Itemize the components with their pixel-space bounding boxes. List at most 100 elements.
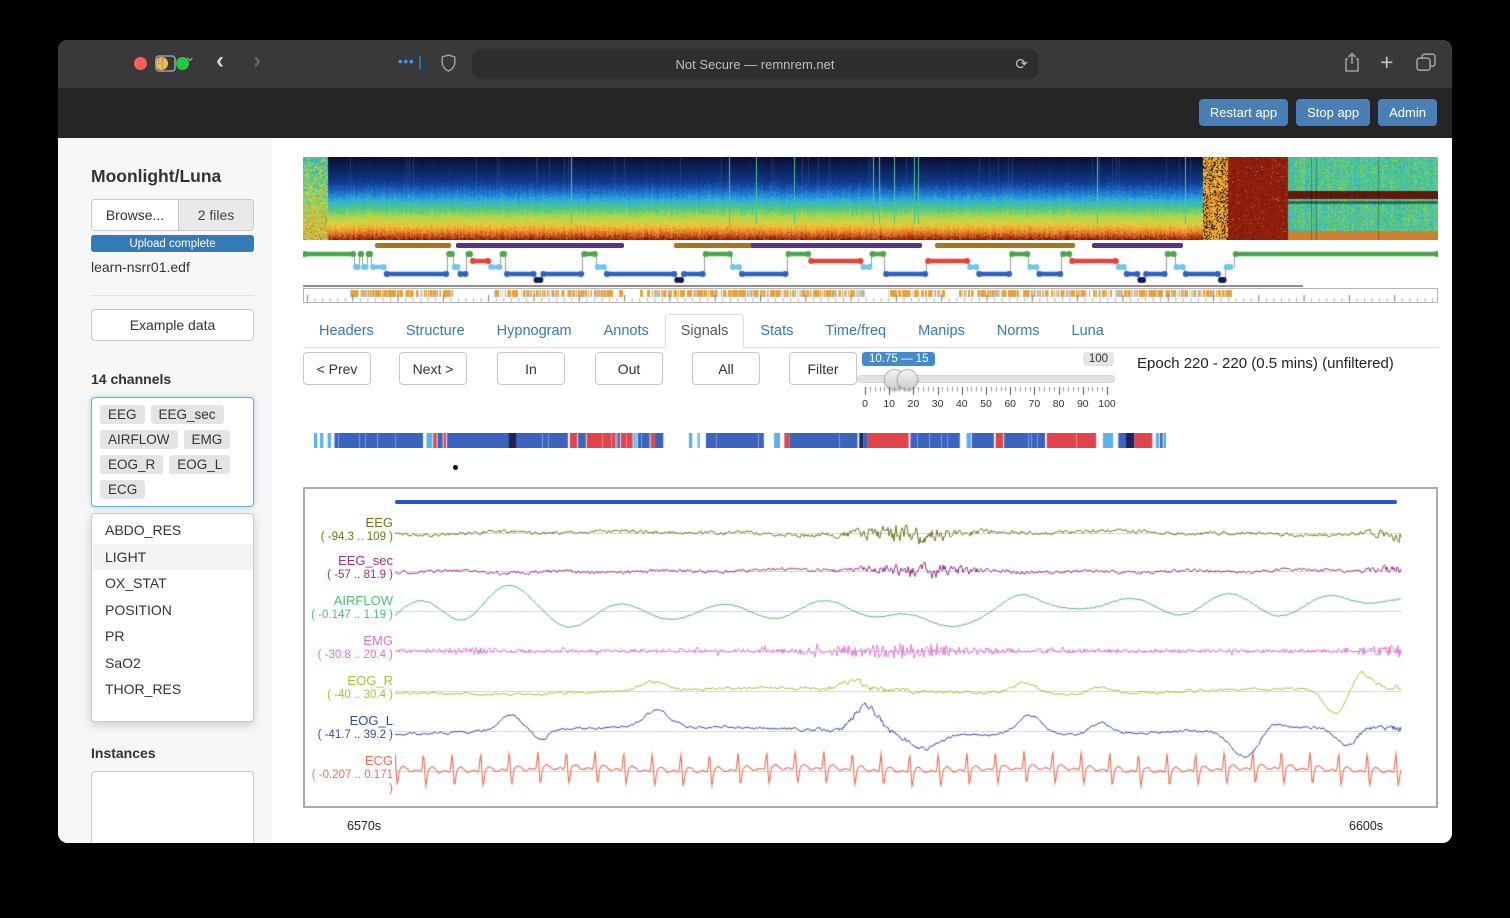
channel-option-sao2[interactable]: SaO2 <box>92 650 253 677</box>
channel-option-ox_stat[interactable]: OX_STAT <box>92 570 253 597</box>
new-tab-icon[interactable]: + <box>1380 49 1393 76</box>
instances-input[interactable] <box>91 771 254 843</box>
annotation-strip[interactable] <box>303 288 1438 303</box>
tab-structure[interactable]: Structure <box>390 314 481 348</box>
zoom-out-button[interactable]: Out <box>595 352 663 385</box>
restart-app-button[interactable]: Restart app <box>1199 99 1288 126</box>
channel-label-airflow: AIRFLOW( -0.147 .. 1.19 ) <box>307 594 393 622</box>
slider-tick-90: 90 <box>1077 398 1089 410</box>
page-title: Moonlight/Luna <box>91 166 221 187</box>
x-axis-start-label: 6570s <box>347 819 381 833</box>
stop-app-button[interactable]: Stop app <box>1296 99 1370 126</box>
channel-option-thor_res[interactable]: THOR_RES <box>92 676 253 703</box>
shield-icon[interactable] <box>441 54 456 77</box>
all-button[interactable]: All <box>692 352 760 385</box>
tab-signals[interactable]: Signals <box>665 314 745 348</box>
main-panel: HeadersStructureHypnogramAnnotsSignalsSt… <box>272 138 1452 843</box>
close-window-button[interactable] <box>134 57 147 70</box>
channel-tag-eeg_sec[interactable]: EEG_sec <box>151 405 224 424</box>
channel-tag-airflow[interactable]: AIRFLOW <box>100 430 178 449</box>
channel-label-eeg_sec: EEG_sec( -57 .. 81.9 ) <box>307 554 393 582</box>
forward-icon[interactable]: › <box>253 51 261 71</box>
slider-tick-10: 10 <box>883 398 895 410</box>
stage-band[interactable] <box>314 433 1166 448</box>
tab-luna[interactable]: Luna <box>1056 314 1120 348</box>
file-upload-control: Browse... 2 files <box>91 199 254 231</box>
channel-tag-ecg[interactable]: ECG <box>100 480 145 499</box>
channel-option-abdo_res[interactable]: ABDO_RES <box>92 517 253 544</box>
back-icon[interactable]: ‹ <box>216 51 224 71</box>
prev-button[interactable]: < Prev <box>303 352 371 385</box>
slider-tick-80: 80 <box>1053 398 1065 410</box>
spectrogram[interactable] <box>303 157 1438 240</box>
tab-headers[interactable]: Headers <box>303 314 390 348</box>
slider-tick-50: 50 <box>980 398 992 410</box>
reload-icon[interactable]: ⟳ <box>1015 55 1028 73</box>
slider-tick-0: 0 <box>862 398 868 410</box>
channel-label-eeg: EEG( -94.3 .. 109 ) <box>307 516 393 544</box>
slider-tick-40: 40 <box>956 398 968 410</box>
channel-option-position[interactable]: POSITION <box>92 597 253 624</box>
filter-button[interactable]: Filter <box>789 352 857 385</box>
slider-tick-70: 70 <box>1029 398 1041 410</box>
channel-tag-eog_l[interactable]: EOG_L <box>169 455 230 474</box>
epoch-range-slider: 10.75 — 15 100 0 10 20 30 40 50 60 70 80 90 100 <box>857 352 1117 412</box>
share-icon[interactable] <box>1343 52 1361 78</box>
browser-toolbar: ⌄ ‹ › •••❘ Not Secure — remnrem.net ⟳ + <box>58 40 1452 88</box>
tab-bar: HeadersStructureHypnogramAnnotsSignalsSt… <box>303 313 1438 348</box>
zoom-in-button[interactable]: In <box>497 352 565 385</box>
x-axis-end-label: 6600s <box>1349 819 1383 833</box>
files-count-label: 2 files <box>179 200 253 230</box>
slider-tick-30: 30 <box>932 398 944 410</box>
channel-option-pr[interactable]: PR <box>92 623 253 650</box>
channel-tag-eeg[interactable]: EEG <box>100 405 145 424</box>
annotation-dot <box>453 465 458 470</box>
channel-options-dropdown: ABDO_RESLIGHTOX_STATPOSITIONPRSaO2THOR_R… <box>91 513 254 722</box>
page-content: Moonlight/Luna Browse... 2 files Upload … <box>58 138 1452 843</box>
sidebar-divider <box>91 295 254 296</box>
tab-hypnogram[interactable]: Hypnogram <box>481 314 588 348</box>
next-button[interactable]: Next > <box>399 352 467 385</box>
channels-count-label: 14 channels <box>91 371 171 387</box>
admin-button[interactable]: Admin <box>1378 99 1437 126</box>
tab-stats[interactable]: Stats <box>744 314 809 348</box>
url-text: Not Secure — remnrem.net <box>676 57 835 72</box>
uploaded-file-name: learn-nsrr01.edf <box>91 259 190 275</box>
channel-label-emg: EMG( -30.8 .. 20.4 ) <box>307 634 393 662</box>
channel-label-eog_r: EOG_R( -40 .. 30.4 ) <box>307 674 393 702</box>
channel-label-ecg: ECG( -0.207 .. 0.171 ) <box>307 754 393 796</box>
app-header-buttons: Restart app Stop app Admin <box>1199 99 1437 126</box>
example-data-button[interactable]: Example data <box>91 309 254 341</box>
tab-time-freq[interactable]: Time/freq <box>809 314 902 348</box>
url-bar[interactable]: Not Secure — remnrem.net ⟳ <box>472 49 1038 79</box>
instances-label: Instances <box>91 745 156 761</box>
signals-plot[interactable]: EEG( -94.3 .. 109 ) EEG_sec( -57 .. 81.9 … <box>303 487 1438 808</box>
channel-tag-emg[interactable]: EMG <box>184 430 231 449</box>
tab-overview-icon[interactable] <box>1416 53 1436 77</box>
slider-tick-60: 60 <box>1004 398 1016 410</box>
chevron-down-icon[interactable]: ⌄ <box>184 48 196 65</box>
sidebar: Moonlight/Luna Browse... 2 files Upload … <box>58 138 273 843</box>
sidebar-toggle-icon[interactable] <box>155 55 176 77</box>
tab-manips[interactable]: Manips <box>902 314 981 348</box>
slider-tick-100: 100 <box>1098 398 1116 410</box>
recording-extent-line <box>303 285 1303 287</box>
extensions-icon[interactable]: •••❘ <box>398 54 427 70</box>
slider-max-badge: 100 <box>1083 352 1114 366</box>
channel-label-eog_l: EOG_L( -41.7 .. 39.2 ) <box>307 714 393 742</box>
signal-traces <box>395 489 1402 806</box>
slider-ruler <box>857 387 1115 396</box>
browser-window: ⌄ ‹ › •••❘ Not Secure — remnrem.net ⟳ + … <box>58 40 1452 843</box>
app-header: Restart app Stop app Admin <box>58 88 1452 138</box>
channel-option-light[interactable]: LIGHT <box>92 544 253 571</box>
slider-range-badge: 10.75 — 15 <box>862 352 935 366</box>
channel-tag-eog_r[interactable]: EOG_R <box>100 455 163 474</box>
tab-annots[interactable]: Annots <box>588 314 665 348</box>
upload-progress-bar: Upload complete <box>91 235 254 252</box>
slider-tick-20: 20 <box>908 398 920 410</box>
selected-channels-input[interactable]: EEG EEG_sec AIRFLOW EMG EOG_R EOG_L ECG <box>91 397 254 507</box>
tab-norms[interactable]: Norms <box>981 314 1056 348</box>
epoch-status-label: Epoch 220 - 220 (0.5 mins) (unfiltered) <box>1137 355 1394 372</box>
hypnogram-strip[interactable] <box>303 248 1438 284</box>
browse-button[interactable]: Browse... <box>92 200 179 230</box>
